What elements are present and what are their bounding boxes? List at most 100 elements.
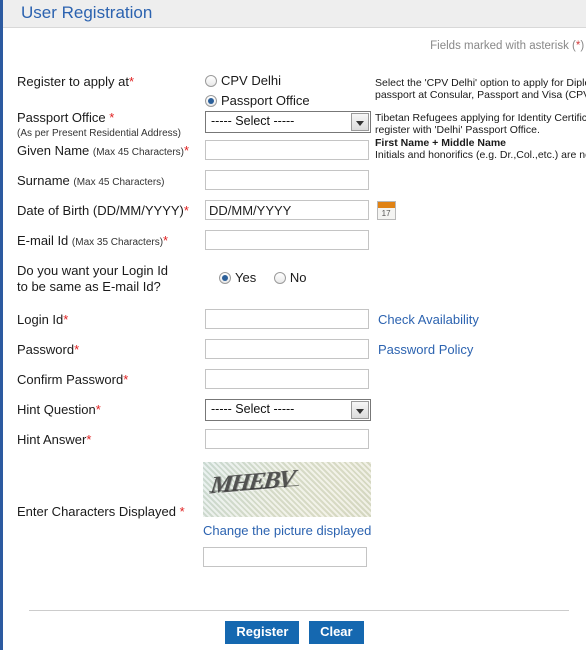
password-input[interactable] (205, 339, 369, 359)
chevron-down-icon[interactable] (351, 113, 369, 131)
label-register-to-apply-text: Register to apply at (17, 74, 130, 89)
label-confirm-password-star: * (123, 372, 129, 387)
label-email-id-text: E-mail Id (17, 233, 72, 248)
label-login-same-as-email: Do you want your Login Id to be same as … (17, 263, 168, 294)
label-password-text: Password (17, 342, 75, 357)
label-login-id: Login Id* (17, 312, 68, 327)
help-passport-office-line2: register with 'Delhi' Passport Office. (375, 124, 540, 136)
label-password-star: * (74, 342, 80, 357)
page-header: User Registration (3, 0, 586, 28)
captcha-image-text: MHEBV (208, 465, 296, 500)
captcha-answer-input[interactable] (203, 547, 367, 567)
footer-divider (29, 610, 569, 611)
label-hint-answer: Hint Answer* (17, 432, 91, 447)
password-policy-link[interactable]: Password Policy (378, 342, 473, 357)
hint-answer-input[interactable] (205, 429, 369, 449)
row-passport-office: Passport Office * (As per Present Reside… (3, 104, 586, 139)
select-hint-question[interactable]: ----- Select ----- (205, 399, 371, 421)
radio-group-register-to-apply: CPV Delhi Passport Office (205, 73, 310, 108)
label-login-same-line2: to be same as E-mail Id? (17, 279, 161, 294)
help-given-name: First Name + Middle Name Initials and ho… (375, 137, 586, 161)
label-surname-hint: (Max 45 Characters) (73, 177, 165, 188)
radio-option-cpv-delhi[interactable]: CPV Delhi (205, 73, 310, 88)
control-confirm-password (205, 369, 369, 389)
row-surname: Surname (Max 45 Characters) (3, 167, 586, 197)
label-confirm-password-text: Confirm Password (17, 372, 124, 387)
select-passport-office[interactable]: ----- Select ----- (205, 111, 371, 133)
control-email-id (205, 230, 369, 250)
label-captcha-star: * (179, 504, 185, 519)
radio-cpv-delhi-icon[interactable] (205, 75, 217, 87)
label-surname-text: Surname (17, 173, 74, 188)
label-register-to-apply-star: * (129, 74, 135, 89)
notice-text-before: Fields marked with asterisk ( (430, 40, 576, 52)
check-availability-link[interactable]: Check Availability (378, 312, 479, 327)
label-captcha-text: Enter Characters Displayed (17, 504, 180, 519)
chevron-down-icon[interactable] (351, 401, 369, 419)
change-picture-link[interactable]: Change the picture displayed (203, 523, 371, 538)
help-given-name-line2: Initials and honorifics (e.g. Dr.,Col.,e… (375, 149, 586, 161)
row-email-id: E-mail Id (Max 35 Characters)* (3, 227, 586, 257)
clear-button[interactable]: Clear (309, 621, 364, 644)
label-given-name-text: Given Name (17, 143, 93, 158)
label-captcha: Enter Characters Displayed * (17, 504, 185, 519)
surname-input[interactable] (205, 170, 369, 190)
form-actions: Register Clear (3, 621, 586, 644)
given-name-input[interactable] (205, 140, 369, 160)
required-fields-notice: Fields marked with asterisk (*) are (430, 40, 586, 52)
help-register-line2: passport at Consular, Passport and Visa … (375, 89, 586, 101)
registration-page: User Registration Fields marked with ast… (3, 0, 586, 650)
label-surname: Surname (Max 45 Characters) (17, 173, 165, 190)
label-email-id: E-mail Id (Max 35 Characters)* (17, 233, 168, 250)
row-captcha: Enter Characters Displayed * MHEBV Chang… (3, 457, 586, 597)
radio-yes-label: Yes (235, 270, 257, 286)
label-email-id-star: * (163, 233, 169, 248)
label-hint-question-text: Hint Question (17, 402, 96, 417)
registration-form: Register to apply at* CPV Delhi Passport… (3, 58, 586, 597)
label-hint-answer-star: * (86, 432, 92, 447)
label-login-id-star: * (63, 312, 69, 327)
row-hint-answer: Hint Answer* (3, 423, 586, 457)
confirm-password-input[interactable] (205, 369, 369, 389)
row-login-id: Login Id* Check Availability (3, 303, 586, 333)
notice-text-after: ) are (580, 40, 586, 52)
row-date-of-birth: Date of Birth (DD/MM/YYYY)* 17 (3, 197, 586, 227)
label-given-name-hint: (Max 45 Characters) (92, 147, 185, 158)
help-given-name-bold: First Name + Middle Name (375, 137, 506, 149)
help-register-line1: Select the 'CPV Delhi' option to apply f… (375, 77, 586, 89)
label-passport-office-star: * (109, 110, 115, 125)
calendar-icon-day: 17 (381, 209, 391, 218)
label-hint-question: Hint Question* (17, 402, 101, 417)
radio-yes-icon[interactable] (219, 272, 231, 285)
date-of-birth-input[interactable] (205, 200, 369, 220)
control-hint-answer (205, 429, 369, 449)
label-passport-office-text: Passport Office (17, 110, 110, 125)
radio-option-yes[interactable]: Yes (219, 270, 256, 285)
radio-cpv-delhi-label: CPV Delhi (221, 73, 281, 88)
calendar-icon[interactable]: 17 (376, 201, 396, 220)
label-login-same-line1: Do you want your Login Id (17, 263, 169, 278)
control-password (205, 339, 369, 359)
label-login-id-text: Login Id (17, 312, 64, 327)
control-captcha-answer (203, 547, 367, 567)
control-hint-question: ----- Select ----- (205, 399, 371, 421)
login-id-input[interactable] (205, 309, 369, 329)
control-date-of-birth: 17 (205, 200, 396, 220)
register-button[interactable]: Register (225, 621, 300, 644)
label-email-id-hint: (Max 35 Characters) (71, 237, 164, 248)
label-register-to-apply: Register to apply at* (17, 74, 134, 89)
radio-no-label: No (289, 270, 307, 286)
radio-no-icon[interactable] (273, 272, 286, 285)
help-passport-office-line1: Tibetan Refugees applying for Identity C… (375, 112, 586, 124)
label-date-of-birth-star: * (183, 203, 189, 218)
radio-group-login-same-as-email: Yes No (219, 269, 306, 285)
email-id-input[interactable] (205, 230, 369, 250)
select-passport-office-value: ----- Select ----- (211, 114, 295, 128)
label-date-of-birth-text: Date of Birth (DD/MM/YYYY) (17, 203, 184, 218)
row-password: Password* Password Policy (3, 333, 586, 363)
row-register-to-apply: Register to apply at* CPV Delhi Passport… (3, 58, 586, 108)
radio-option-no[interactable]: No (273, 270, 307, 286)
control-given-name (205, 140, 369, 160)
label-confirm-password: Confirm Password* (17, 372, 128, 387)
control-surname (205, 170, 369, 190)
